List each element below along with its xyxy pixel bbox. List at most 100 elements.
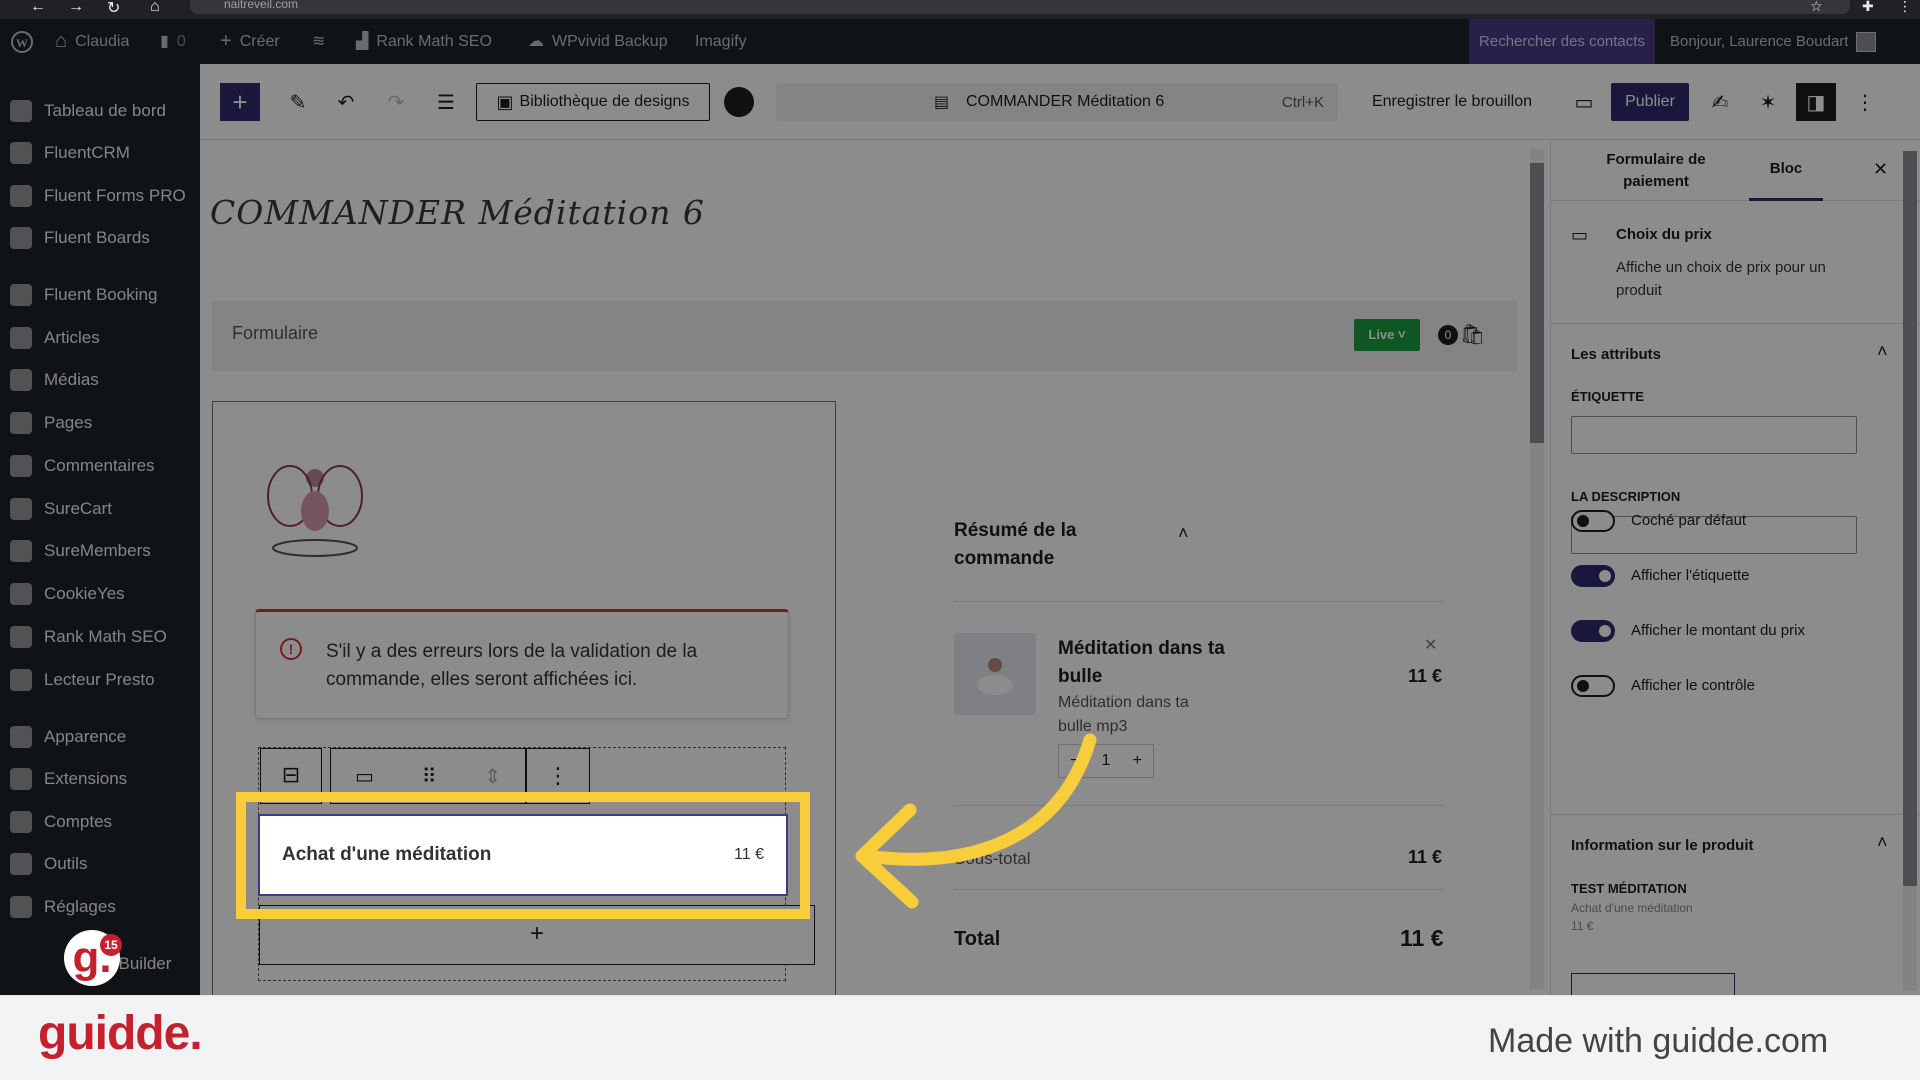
label-input[interactable]	[1571, 416, 1857, 454]
chevron-up-icon[interactable]: ˄	[1877, 341, 1888, 362]
comments-link[interactable]: ▮ 0	[160, 19, 186, 64]
plus-icon: +	[220, 30, 232, 52]
sidebar-item-fluent-booking[interactable]: Fluent Booking	[10, 284, 157, 306]
toggle-label: Coché par défaut	[1631, 512, 1747, 529]
boards-icon	[10, 227, 32, 249]
sidebar-item-suremembers[interactable]: SureMembers	[10, 540, 151, 562]
settings-sidebar-button[interactable]: ◨	[1796, 83, 1836, 121]
sidebar-icon: ◨	[1806, 91, 1826, 114]
wrench-icon	[10, 853, 32, 875]
toggle-switch[interactable]	[1571, 565, 1615, 587]
product-info-title[interactable]: Information sur le produit	[1571, 837, 1754, 854]
sidebar-item-cookieyes[interactable]: CookieYes	[10, 583, 125, 605]
price-choice-icon[interactable]: ▭	[355, 764, 374, 789]
remove-item-icon[interactable]: ✕	[1424, 635, 1437, 655]
sidebar-item-comptes[interactable]: Comptes	[10, 811, 112, 833]
editor-toolbar: + ✎ ↶ ↷ ☰ ▣ Bibliothèque de designs ▤ COM…	[200, 64, 1920, 140]
redo-button[interactable]: ↷	[376, 83, 416, 121]
menu-dots-icon[interactable]: ⋮	[1898, 0, 1912, 15]
shortcut-hint: Ctrl+K	[1281, 93, 1324, 111]
toggle-knob	[1577, 680, 1589, 692]
tab-block[interactable]: Bloc	[1749, 141, 1823, 201]
chevron-up-icon[interactable]: ˄	[1178, 523, 1189, 544]
stackable-panel-button[interactable]: ✶	[1748, 83, 1788, 121]
brush-icon	[10, 726, 32, 748]
live-label: Live	[1368, 327, 1395, 342]
divider	[954, 601, 1444, 602]
sidebar-item-tableau-de-bord[interactable]: Tableau de bord	[10, 100, 166, 122]
design-library-button[interactable]: ▣ Bibliothèque de designs	[476, 83, 710, 121]
sidebar-item-surecart[interactable]: SureCart	[10, 498, 112, 520]
cart-icon[interactable]: 🛍	[1460, 322, 1485, 347]
plus-icon: +	[232, 86, 248, 117]
close-icon[interactable]: ✕	[1873, 159, 1888, 180]
attributes-title[interactable]: Les attributs	[1571, 346, 1661, 363]
layers-icon: ≋	[312, 33, 326, 50]
tab-checkout-form[interactable]: Formulaire de paiement	[1581, 149, 1731, 193]
sidebar-item-commentaires[interactable]: Commentaires	[10, 455, 155, 477]
site-name-link[interactable]: ⌂ Claudia	[55, 19, 129, 64]
sidebar-item-pages[interactable]: Pages	[10, 412, 92, 434]
command-palette-button[interactable]: ▤ COMMANDER Méditation 6 Ctrl+K	[776, 83, 1338, 121]
sidebar-item-apparence[interactable]: Apparence	[10, 726, 126, 748]
save-draft-button[interactable]: Enregistrer le brouillon	[1362, 83, 1542, 121]
plus-icon[interactable]: +	[1133, 752, 1142, 770]
sidebar-tabs: Formulaire de paiement Bloc ✕	[1551, 141, 1920, 201]
product-price: 11 €	[1571, 919, 1594, 933]
sidebar-item-r-glages[interactable]: Réglages	[10, 896, 116, 918]
new-content-link[interactable]: + Créer	[220, 19, 280, 64]
wordpress-logo-icon[interactable]: W	[10, 19, 34, 64]
drag-handle-icon[interactable]: ⠿	[422, 764, 437, 789]
search-contacts-button[interactable]: Rechercher des contacts	[1469, 19, 1655, 64]
url-bar[interactable]: naitreveil.com	[190, 0, 1850, 14]
extensions-icon[interactable]: ✚	[1862, 0, 1874, 15]
page-title[interactable]: COMMANDER Méditation 6	[210, 193, 705, 232]
toggle-switch[interactable]	[1571, 510, 1615, 532]
wpvivid-label: WPvivid Backup	[552, 33, 668, 50]
publish-button[interactable]: Publier	[1611, 83, 1689, 121]
error-notice: ! S'il y a des erreurs lors de la valida…	[255, 609, 789, 719]
sidebar-item-label: Rank Math SEO	[44, 627, 167, 646]
back-icon[interactable]: ←	[30, 0, 46, 16]
sidebar-item-outils[interactable]: Outils	[10, 853, 87, 875]
reload-icon[interactable]: ↻	[107, 0, 120, 18]
sidebar-scrollbar[interactable]	[1903, 151, 1917, 991]
sidebar-item-fluentcrm[interactable]: FluentCRM	[10, 142, 130, 164]
account-menu[interactable]: Bonjour, Laurence Boudart	[1670, 19, 1877, 64]
sidebar-item-rank-math-seo[interactable]: Rank Math SEO	[10, 626, 167, 648]
live-badge[interactable]: Live ˅	[1354, 319, 1420, 351]
design-library-label: Bibliothèque de designs	[519, 93, 690, 110]
canvas-scrollbar[interactable]	[1530, 149, 1544, 989]
stackable-link[interactable]: ≋	[312, 19, 325, 64]
surecart-toolbar-button[interactable]	[722, 83, 756, 121]
rankmath-panel-button[interactable]: ✍	[1700, 83, 1740, 121]
sidebar-item-articles[interactable]: Articles	[10, 327, 100, 349]
preview-button[interactable]: ▭	[1564, 83, 1604, 121]
sidebar-item-label: Articles	[44, 328, 100, 347]
star-icon[interactable]: ☆	[1810, 0, 1823, 15]
rank-math-link[interactable]: ▟ Rank Math SEO	[356, 19, 492, 64]
sidebar-item-fluent-boards[interactable]: Fluent Boards	[10, 227, 150, 249]
options-button[interactable]: ⋮	[1850, 83, 1880, 121]
tools-button[interactable]: ✎	[278, 83, 318, 121]
move-updown-icon[interactable]: ⇕	[484, 764, 501, 789]
document-overview-button[interactable]: ☰	[426, 83, 466, 121]
wpvivid-link[interactable]: ☁ WPvivid Backup	[528, 19, 668, 64]
sidebar-item-extensions[interactable]: Extensions	[10, 768, 127, 790]
toggle-switch[interactable]	[1571, 620, 1615, 642]
price-choice-item[interactable]: Achat d'une méditation 11 €	[258, 814, 788, 896]
notification-badge: 15	[100, 934, 122, 956]
toggle-switch[interactable]	[1571, 675, 1615, 697]
chevron-up-icon[interactable]: ˄	[1877, 832, 1888, 853]
sidebar-item-lecteur-presto[interactable]: Lecteur Presto	[10, 669, 155, 691]
home-icon[interactable]: ⌂	[150, 0, 160, 16]
sidebar-item-label: Fluent Booking	[44, 285, 158, 304]
forward-icon[interactable]: →	[68, 0, 84, 16]
save-draft-label: Enregistrer le brouillon	[1371, 93, 1533, 110]
sidebar-item-label: SureCart	[44, 499, 113, 518]
imagify-link[interactable]: Imagify	[695, 19, 747, 64]
sidebar-item-fluent-forms-pro[interactable]: Fluent Forms PRO	[10, 185, 186, 207]
add-block-button[interactable]: +	[220, 83, 260, 121]
undo-button[interactable]: ↶	[326, 83, 366, 121]
sidebar-item-m-dias[interactable]: Médias	[10, 369, 99, 391]
